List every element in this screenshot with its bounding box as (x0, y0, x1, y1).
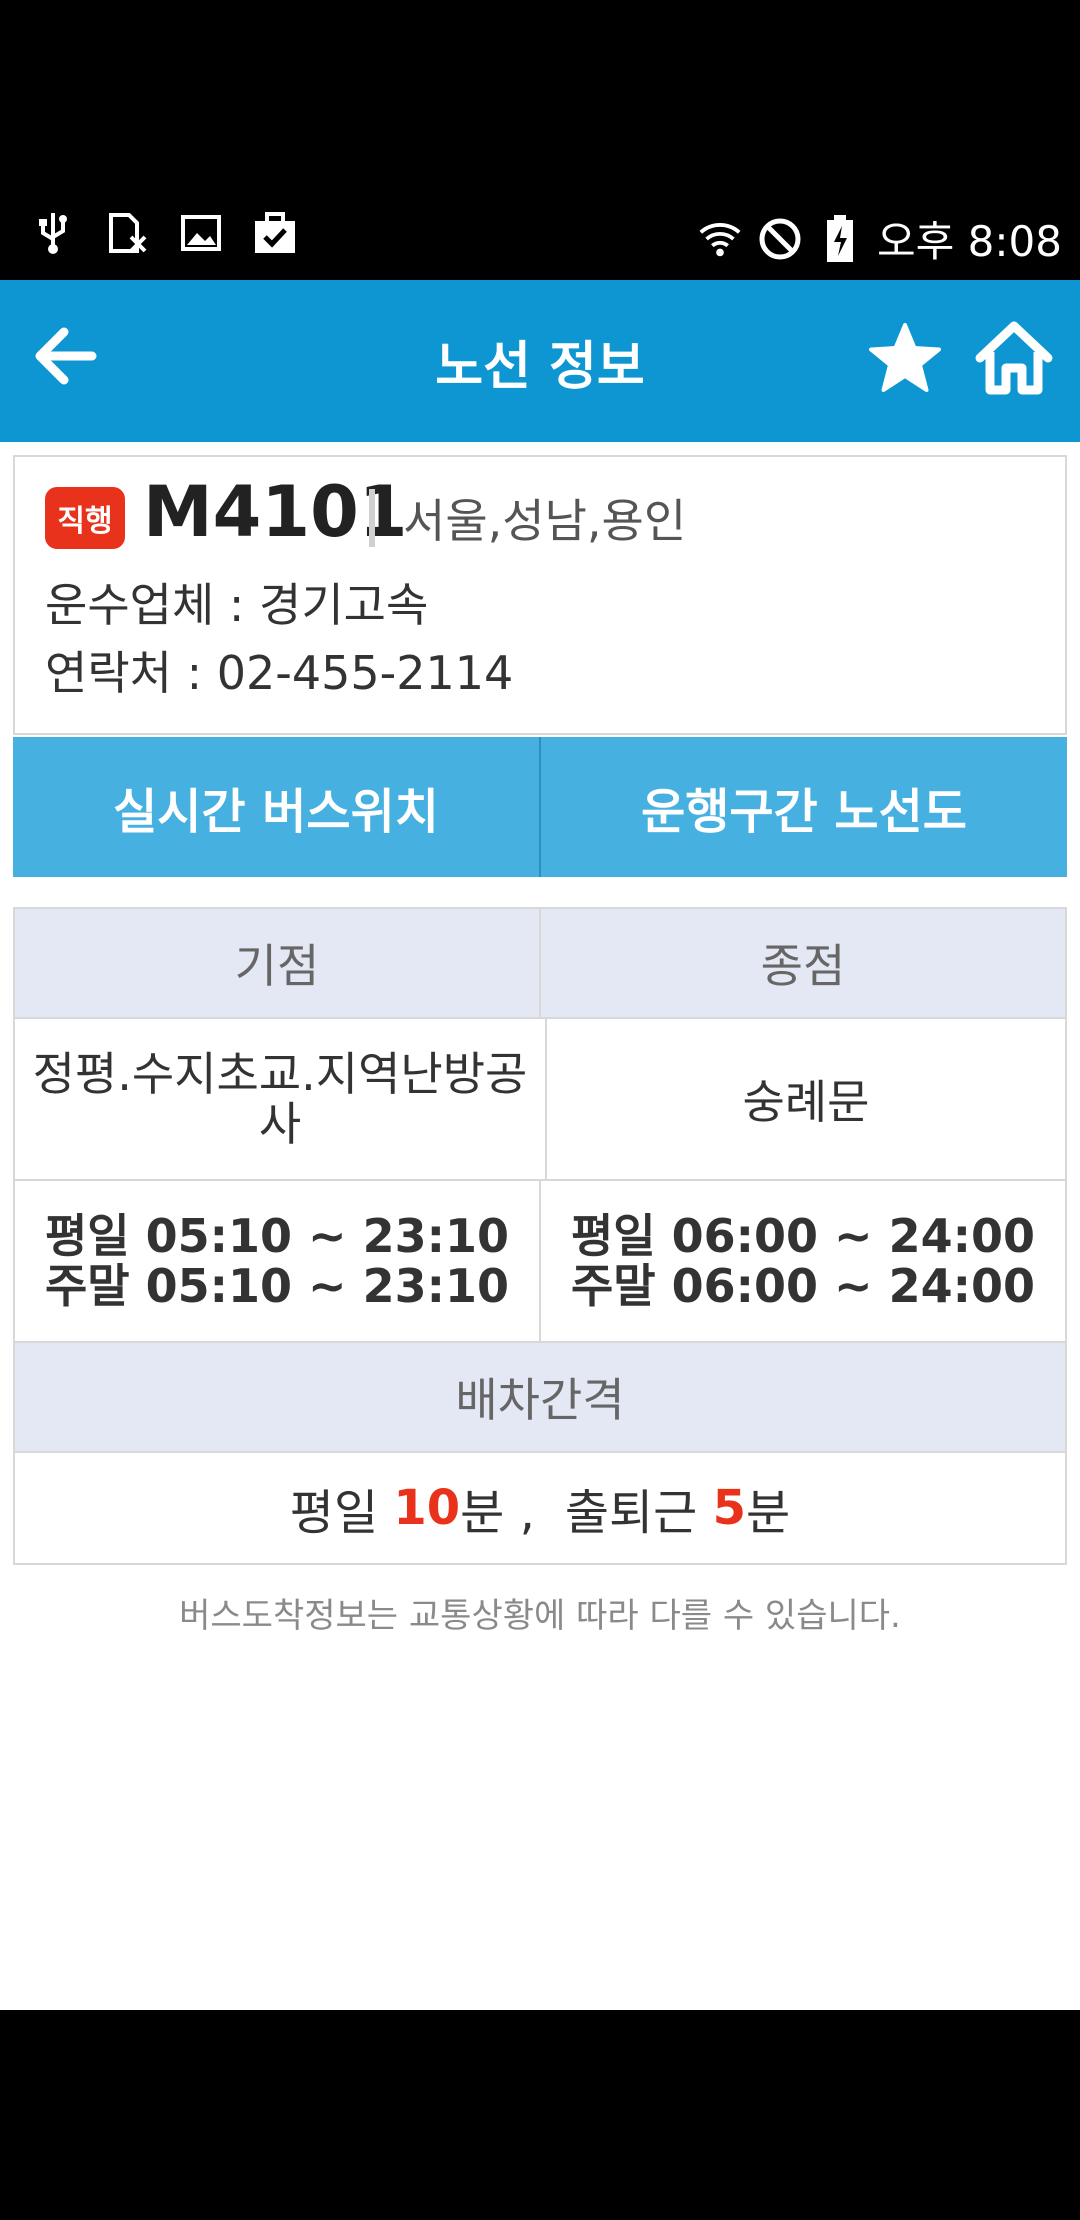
briefcase-check-icon (252, 210, 298, 256)
end-operating-hours: 평일 06:00 ~ 24:00 주말 06:00 ~ 24:00 (539, 1181, 1065, 1341)
app-bar: 노선 정보 (0, 280, 1080, 442)
rush-interval-unit: 분 (746, 1485, 791, 1541)
realtime-bus-location-button[interactable]: 실시간 버스위치 (13, 737, 539, 877)
usb-icon (30, 210, 76, 256)
interval-header-row: 배차간격 (15, 1343, 1065, 1453)
start-operating-hours: 평일 05:10 ~ 23:10 주말 05:10 ~ 23:10 (15, 1181, 539, 1341)
start-weekday-hours: 평일 05:10 ~ 23:10 (44, 1209, 510, 1263)
action-buttons: 실시간 버스위치 운행구간 노선도 (13, 737, 1067, 877)
dispatch-interval: 평일 10 분 , 출퇴근 5분 (15, 1453, 1065, 1563)
table-header-row: 기점 종점 (15, 909, 1065, 1019)
route-number: M4101 (143, 471, 408, 553)
title-divider (369, 489, 375, 547)
end-weekday-hours: 평일 06:00 ~ 24:00 (570, 1209, 1036, 1263)
weekday-interval-value: 10 (393, 1480, 461, 1536)
battery-charging-icon (817, 214, 863, 262)
wifi-icon (697, 216, 743, 262)
rush-interval-value: 5 (712, 1480, 747, 1536)
terminal-stops-row: 정평.수지초교.지역난방공사 숭례문 (15, 1019, 1065, 1181)
operator-contact[interactable]: 연락처 : 02-455-2114 (45, 637, 513, 703)
start-weekend-hours: 주말 05:10 ~ 23:10 (44, 1259, 510, 1313)
end-weekend-hours: 주말 06:00 ~ 24:00 (570, 1259, 1036, 1313)
status-time: 오후 8:08 (877, 217, 1062, 266)
route-map-button[interactable]: 운행구간 노선도 (539, 737, 1067, 877)
start-stop-name: 정평.수지초교.지역난방공사 (15, 1019, 545, 1179)
weekday-interval-unit: 분 , (460, 1485, 535, 1541)
route-info-screen: 노선 정보 직행 M4101 서울,성남,용인 운수업체 : 경기고속 연락처 … (0, 280, 1080, 2010)
sim-icon (104, 210, 150, 256)
image-icon (178, 210, 224, 256)
route-schedule-table: 기점 종점 정평.수지초교.지역난방공사 숭례문 평일 05:10 ~ 23:1… (13, 907, 1067, 1565)
end-point-header: 종점 (539, 909, 1065, 1017)
arrival-info-disclaimer: 버스도착정보는 교통상황에 따라 다를 수 있습니다. (179, 1596, 901, 1636)
weekday-interval-label: 평일 (289, 1485, 394, 1541)
favorite-star-icon[interactable] (866, 320, 944, 398)
interval-header: 배차간격 (15, 1343, 1065, 1451)
end-stop-name: 숭례문 (545, 1019, 1065, 1179)
route-region: 서울,성남,용인 (403, 494, 687, 548)
status-bar: 오후 8:08 (0, 196, 1080, 280)
home-icon[interactable] (972, 316, 1056, 400)
route-info-card: 직행 M4101 서울,성남,용인 운수업체 : 경기고속 연락처 : 02-4… (13, 455, 1067, 735)
do-not-disturb-icon (757, 216, 803, 262)
start-point-header: 기점 (15, 909, 539, 1017)
operating-hours-row: 평일 05:10 ~ 23:10 주말 05:10 ~ 23:10 평일 06:… (15, 1181, 1065, 1343)
rush-interval-label: 출퇴근 (564, 1485, 713, 1541)
interval-row: 평일 10 분 , 출퇴근 5분 (15, 1453, 1065, 1565)
operator-company: 운수업체 : 경기고속 (45, 578, 429, 632)
route-type-badge: 직행 (45, 487, 125, 549)
